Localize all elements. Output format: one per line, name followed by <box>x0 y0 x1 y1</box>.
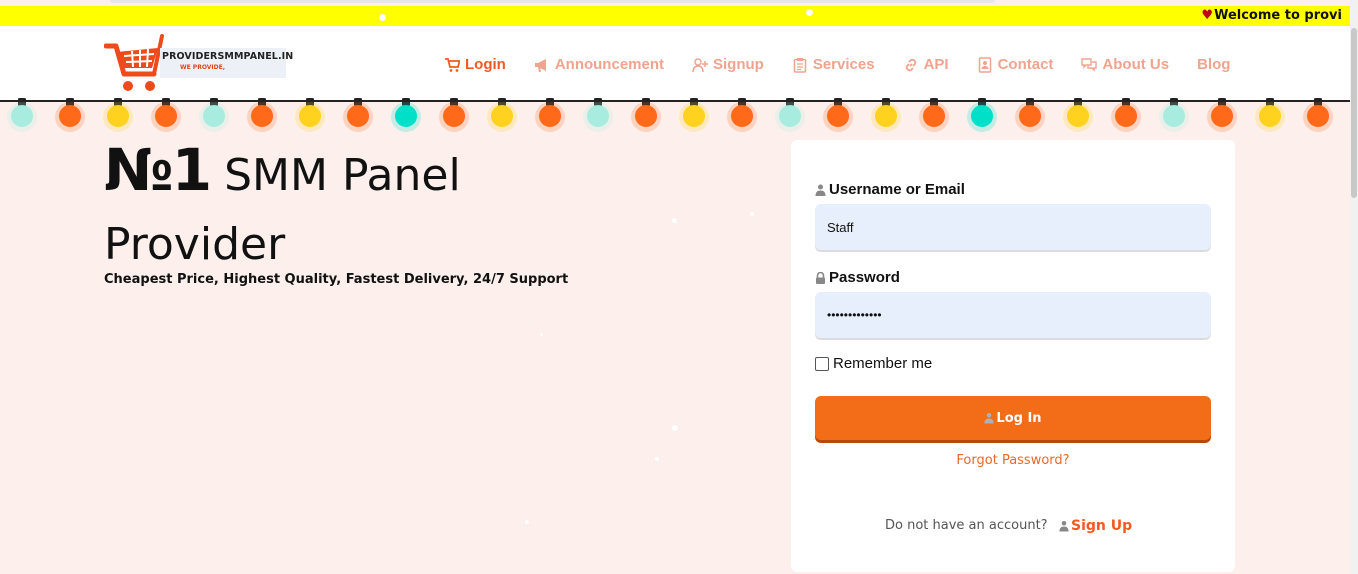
user-icon <box>815 184 826 196</box>
announcement-ticker: ♥Welcome to provi <box>0 6 1350 26</box>
sparkle <box>525 520 529 524</box>
site-logo[interactable]: PROVIDERSMMPANEL.IN WE PROVIDE, <box>103 34 293 98</box>
megaphone-icon <box>534 58 546 72</box>
sparkle <box>379 14 386 21</box>
light-bulb <box>299 105 321 127</box>
light-bulb <box>587 105 609 127</box>
lock-icon <box>816 271 825 284</box>
scrollbar-thumb[interactable] <box>1351 28 1357 198</box>
light-bulb <box>1115 105 1137 127</box>
light-bulb <box>1019 105 1041 127</box>
light-bulb <box>1259 105 1281 127</box>
clipboard-icon <box>793 57 807 73</box>
nav-item-blog[interactable]: Blog <box>1197 56 1230 73</box>
light-bulb <box>635 105 657 127</box>
address-book-icon <box>978 56 991 73</box>
signup-link[interactable]: Sign Up <box>1059 518 1132 534</box>
login-button[interactable]: Log In <box>815 396 1211 440</box>
ticker-text: ♥Welcome to provi <box>1201 8 1342 23</box>
brand-tagline: WE PROVIDE, <box>180 64 225 71</box>
site-header: PROVIDERSMMPANEL.IN WE PROVIDE, Login An… <box>0 26 1350 102</box>
forgot-password-link[interactable]: Forgot Password? <box>791 453 1235 468</box>
sparkle <box>672 425 678 431</box>
light-bulb <box>251 105 273 127</box>
light-bulb <box>107 105 129 127</box>
light-bulb <box>923 105 945 127</box>
password-input[interactable] <box>815 292 1211 338</box>
user-icon <box>984 413 994 424</box>
nav-item-contact[interactable]: Contact <box>977 56 1053 73</box>
festive-lights-decoration <box>0 98 1350 138</box>
light-bulb <box>155 105 177 127</box>
username-input[interactable] <box>815 204 1211 250</box>
nav-item-services[interactable]: Services <box>792 56 875 73</box>
light-bulbs <box>7 98 1333 132</box>
sparkle <box>540 333 543 336</box>
remember-checkbox[interactable] <box>815 356 829 371</box>
light-bulb <box>827 105 849 127</box>
password-label: Password <box>815 269 900 286</box>
light-bulb <box>347 105 369 127</box>
light-bulb <box>779 105 801 127</box>
light-bulb <box>731 105 753 127</box>
sparkle <box>655 457 659 461</box>
hero-subtitle: Cheapest Price, Highest Quality, Fastest… <box>104 272 569 287</box>
light-bulb <box>1211 105 1233 127</box>
light-bulb <box>11 105 33 127</box>
shopping-cart-logo-icon <box>103 34 164 91</box>
nav-item-api[interactable]: API <box>903 56 949 73</box>
sparkle <box>750 212 754 216</box>
username-label: Username or Email <box>815 181 965 198</box>
light-bulb <box>203 105 225 127</box>
hero-no1: №1 <box>104 136 212 204</box>
chat-icon <box>1081 57 1098 72</box>
light-bulb <box>683 105 705 127</box>
browser-top-strip <box>110 0 995 3</box>
hero-title: №1 SMM Panel Provider <box>104 140 564 284</box>
light-bulb <box>1163 105 1185 127</box>
user-plus-icon <box>692 57 708 72</box>
remember-me[interactable]: Remember me <box>815 355 932 372</box>
light-bulb <box>1307 105 1329 127</box>
nav-item-signup[interactable]: Signup <box>692 56 764 73</box>
light-bulb <box>971 105 993 127</box>
page-scrollbar[interactable] <box>1350 0 1358 574</box>
light-bulb <box>1067 105 1089 127</box>
heart-icon: ♥ <box>1201 8 1214 23</box>
nav-item-login[interactable]: Login <box>444 56 506 73</box>
user-icon <box>1059 521 1069 532</box>
remember-label: Remember me <box>833 355 933 372</box>
light-bulb <box>59 105 81 127</box>
light-bulb <box>443 105 465 127</box>
light-bulb <box>539 105 561 127</box>
sparkle <box>672 218 677 223</box>
sparkle <box>806 9 813 16</box>
light-bulb <box>875 105 897 127</box>
login-card: Username or Email Password Remember me L… <box>791 140 1235 572</box>
cart-icon <box>445 57 460 72</box>
light-bulb <box>491 105 513 127</box>
nav-item-about-us[interactable]: About Us <box>1081 56 1169 73</box>
brand-name: PROVIDERSMMPANEL.IN <box>162 51 294 62</box>
light-bulb <box>395 105 417 127</box>
main-nav: Login Announcement Signup Services API C… <box>444 56 1258 73</box>
no-account-text: Do not have an account? <box>885 518 1048 533</box>
link-icon <box>905 58 916 71</box>
nav-item-announcement[interactable]: Announcement <box>534 56 664 73</box>
